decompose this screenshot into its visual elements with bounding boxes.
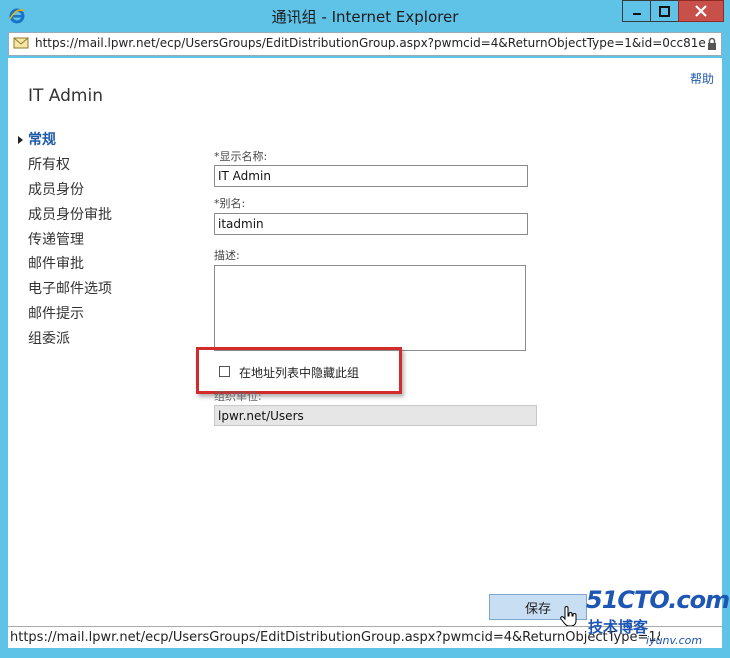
close-button[interactable]	[678, 0, 724, 22]
sidebar-item-label: 邮件审批	[28, 256, 84, 273]
sidebar-item-label: 常规	[28, 132, 56, 148]
maximize-button[interactable]	[650, 0, 679, 22]
description-label: 描述:	[214, 249, 240, 262]
close-icon	[695, 5, 707, 17]
sidebar-item-label: 所有权	[28, 156, 70, 173]
description-textarea[interactable]	[214, 265, 526, 351]
ie-window: 通讯组 - Internet Explorer https://mail.lpw…	[0, 0, 730, 658]
sidebar-item-delivery-management[interactable]: 传递管理	[28, 232, 112, 257]
status-url: https://mail.lpwr.net/ecp/UsersGroups/Ed…	[10, 630, 660, 645]
page-title: IT Admin	[28, 86, 103, 106]
address-url[interactable]: https://mail.lpwr.net/ecp/UsersGroups/Ed…	[35, 36, 705, 50]
sidebar-item-email-options[interactable]: 电子邮件选项	[28, 281, 112, 306]
alias-field[interactable]: itadmin	[214, 213, 528, 235]
watermark-line1: 51CTO.com	[586, 586, 730, 614]
sidebar-item-message-approval[interactable]: 邮件审批	[28, 256, 112, 281]
watermark: 51CTO.com 技术博客 iyunv.com	[586, 586, 730, 650]
sidebar-item-label: 成员身份	[28, 181, 84, 198]
sidebar-item-label: 传递管理	[28, 231, 84, 248]
selected-arrow-icon	[18, 136, 23, 144]
watermark-line3: iyunv.com	[646, 634, 703, 647]
watermark-line2: 技术博客	[588, 618, 649, 636]
sidebar-item-general[interactable]: 常规	[18, 132, 112, 157]
sidebar-item-label: 组委派	[28, 331, 70, 348]
alias-label: *别名:	[214, 197, 246, 210]
org-unit-label: 组织单位:	[214, 390, 262, 403]
minimize-button[interactable]	[622, 0, 651, 22]
sidebar-item-ownership[interactable]: 所有权	[28, 157, 112, 182]
sidebar-item-label: 邮件提示	[28, 306, 84, 323]
sidebar-item-label: 成员身份审批	[28, 206, 112, 223]
hide-from-address-list-label: 在地址列表中隐藏此组	[239, 366, 360, 380]
sidebar-item-label: 电子邮件选项	[28, 281, 112, 298]
help-link[interactable]: 帮助	[690, 70, 714, 87]
display-name-field[interactable]: IT Admin	[214, 165, 528, 187]
lock-icon[interactable]	[707, 37, 717, 51]
display-name-label: *显示名称:	[214, 150, 268, 163]
page-favicon-icon	[13, 37, 29, 49]
maximize-icon	[659, 5, 670, 17]
address-bar[interactable]: https://mail.lpwr.net/ecp/UsersGroups/Ed…	[8, 32, 722, 56]
hand-cursor-icon	[560, 606, 577, 627]
minimize-icon	[632, 13, 641, 15]
sidebar-item-mailtip[interactable]: 邮件提示	[28, 306, 112, 331]
hide-from-address-list-checkbox[interactable]	[219, 366, 230, 377]
sidebar-item-membership[interactable]: 成员身份	[28, 182, 112, 207]
sidebar-nav: 常规 所有权 成员身份 成员身份审批 传递管理 邮件审批 电子邮件选项 邮件提示…	[18, 132, 112, 356]
sidebar-item-group-delegation[interactable]: 组委派	[28, 331, 112, 356]
title-bar[interactable]: 通讯组 - Internet Explorer	[0, 0, 730, 32]
window-title: 通讯组 - Internet Explorer	[271, 8, 459, 26]
org-unit-field: lpwr.net/Users	[214, 405, 537, 426]
sidebar-item-membership-approval[interactable]: 成员身份审批	[28, 207, 112, 232]
page-content: 帮助 IT Admin 常规 所有权 成员身份 成员身份审批 传递管理 邮件审批…	[8, 58, 722, 627]
